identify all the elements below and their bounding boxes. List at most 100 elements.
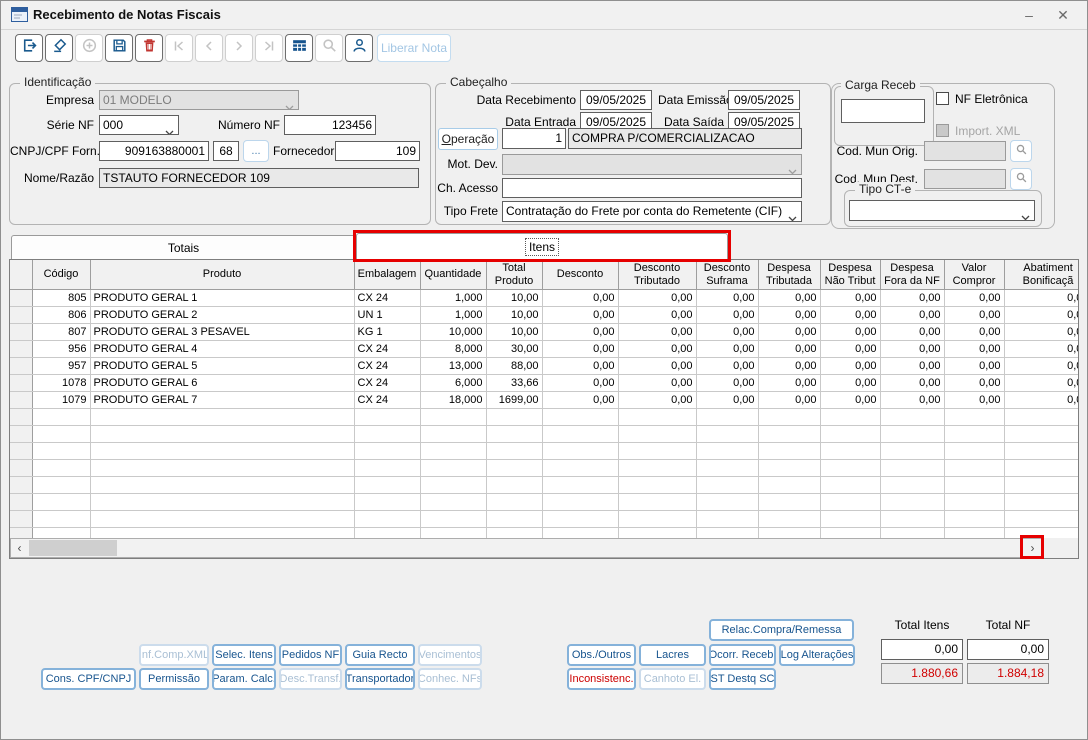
grid-cell[interactable] xyxy=(90,409,354,426)
grid-cell[interactable] xyxy=(820,511,880,528)
grid-row[interactable]: 1078PRODUTO GERAL 6CX 246,00033,660,000,… xyxy=(10,375,1078,392)
grid-row[interactable]: 805PRODUTO GERAL 1CX 241,00010,000,000,0… xyxy=(10,290,1078,307)
grid-column-header[interactable]: Total Produto xyxy=(486,260,542,290)
grid-cell[interactable] xyxy=(696,409,758,426)
tab-totais[interactable]: Totais xyxy=(11,235,356,260)
grid-cell[interactable]: PRODUTO GERAL 5 xyxy=(90,358,354,375)
grid-row-selector[interactable] xyxy=(10,426,32,443)
grid-cell[interactable]: 0,00 xyxy=(944,324,1004,341)
grid-row[interactable]: 956PRODUTO GERAL 4CX 248,00030,000,000,0… xyxy=(10,341,1078,358)
grid-cell[interactable] xyxy=(354,511,420,528)
grid-cell[interactable]: UN 1 xyxy=(354,307,420,324)
canhoto-el-button[interactable]: Canhoto El. xyxy=(639,668,706,690)
grid-cell[interactable] xyxy=(820,409,880,426)
grid-cell[interactable]: 1078 xyxy=(32,375,90,392)
grid-cell[interactable]: 88,00 xyxy=(486,358,542,375)
grid-cell[interactable]: 0,00 xyxy=(542,358,618,375)
grid-cell[interactable]: CX 24 xyxy=(354,341,420,358)
log-alteracoes-button[interactable]: Log Alterações xyxy=(779,644,855,666)
grid-cell[interactable] xyxy=(354,477,420,494)
grid-cell[interactable] xyxy=(542,443,618,460)
fornecedor-browse-button[interactable]: ... xyxy=(243,140,269,162)
clear-button[interactable] xyxy=(45,34,73,62)
grid-cell[interactable] xyxy=(758,511,820,528)
grid-cell[interactable]: 805 xyxy=(32,290,90,307)
next-record-button[interactable] xyxy=(225,34,253,62)
grid-cell[interactable] xyxy=(880,511,944,528)
minimize-button[interactable]: – xyxy=(1015,3,1043,27)
grid-column-header[interactable]: Código xyxy=(32,260,90,290)
grid-cell[interactable]: 0,00 xyxy=(618,341,696,358)
grid-cell[interactable]: 0,00 xyxy=(618,324,696,341)
grid-cell[interactable] xyxy=(542,477,618,494)
grid-cell[interactable] xyxy=(880,409,944,426)
grid-cell[interactable] xyxy=(90,460,354,477)
grid-cell[interactable] xyxy=(944,443,1004,460)
grid-cell[interactable] xyxy=(486,460,542,477)
grid-cell[interactable] xyxy=(486,443,542,460)
grid-cell[interactable] xyxy=(354,460,420,477)
grid-cell[interactable]: CX 24 xyxy=(354,290,420,307)
grid-row-selector[interactable] xyxy=(10,443,32,460)
grid-cell[interactable] xyxy=(944,528,1004,539)
grid-cell[interactable] xyxy=(880,443,944,460)
ch-acesso-input[interactable] xyxy=(502,178,802,198)
grid-cell[interactable]: 1,000 xyxy=(420,307,486,324)
grid-cell[interactable] xyxy=(944,494,1004,511)
grid-cell[interactable] xyxy=(696,426,758,443)
last-record-button[interactable] xyxy=(255,34,283,62)
tipo-cte-select[interactable] xyxy=(849,200,1035,221)
grid-cell[interactable]: 0,00 xyxy=(944,375,1004,392)
relac-compra-remessa-button[interactable]: Relac.Compra/Remessa xyxy=(709,619,854,641)
grid-row-selector[interactable] xyxy=(10,511,32,528)
tab-itens[interactable]: Itens xyxy=(356,233,728,260)
grid-column-header[interactable]: Despesa Tributada xyxy=(758,260,820,290)
grid-cell[interactable]: CX 24 xyxy=(354,392,420,409)
grid-cell[interactable]: 0,00 xyxy=(820,341,880,358)
grid-cell[interactable]: 0,00 xyxy=(944,341,1004,358)
grid-cell[interactable] xyxy=(542,460,618,477)
grid-cell[interactable]: 0,00 xyxy=(542,324,618,341)
grid-cell[interactable] xyxy=(354,528,420,539)
grid-cell[interactable] xyxy=(354,426,420,443)
grid-cell[interactable]: 30,00 xyxy=(486,341,542,358)
grid-empty-row[interactable] xyxy=(10,409,1078,426)
operacao-button[interactable]: Operação xyxy=(438,128,498,150)
grid-cell[interactable]: PRODUTO GERAL 2 xyxy=(90,307,354,324)
permissao-button[interactable]: Permissão xyxy=(139,668,209,690)
ocorr-receb-button[interactable]: Ocorr. Receb. xyxy=(709,644,776,666)
inf-comp-xml-button[interactable]: Inf.Comp.XML xyxy=(139,644,209,666)
import-xml-checkbox[interactable] xyxy=(936,124,949,137)
grid-cell[interactable] xyxy=(758,409,820,426)
grid-cell[interactable] xyxy=(880,477,944,494)
cod-mun-dest-search-button[interactable] xyxy=(1010,168,1032,190)
grid-cell[interactable] xyxy=(618,443,696,460)
grid-cell[interactable] xyxy=(1004,528,1078,539)
grid-cell[interactable] xyxy=(1004,511,1078,528)
data-recebimento-input[interactable]: 09/05/2025 xyxy=(580,90,652,110)
grid-cell[interactable]: PRODUTO GERAL 4 xyxy=(90,341,354,358)
grid-cell[interactable] xyxy=(542,409,618,426)
grid-cell[interactable] xyxy=(542,426,618,443)
grid-cell[interactable]: 0,00 xyxy=(1004,358,1078,375)
grid-cell[interactable] xyxy=(618,409,696,426)
grid-cell[interactable]: PRODUTO GERAL 1 xyxy=(90,290,354,307)
grid-cell[interactable] xyxy=(758,477,820,494)
grid-cell[interactable] xyxy=(944,511,1004,528)
desc-transf-button[interactable]: Desc.Transf. xyxy=(279,668,342,690)
grid-cell[interactable]: 0,00 xyxy=(820,290,880,307)
grid-cell[interactable] xyxy=(32,426,90,443)
grid-cell[interactable] xyxy=(880,460,944,477)
grid-cell[interactable]: 0,00 xyxy=(758,358,820,375)
search-button[interactable] xyxy=(315,34,343,62)
grid-cell[interactable] xyxy=(420,443,486,460)
pedidos-nf-button[interactable]: Pedidos NF xyxy=(279,644,342,666)
carga-receb-input[interactable] xyxy=(841,99,925,123)
grid-cell[interactable]: 0,00 xyxy=(1004,307,1078,324)
grid-cell[interactable]: 0,00 xyxy=(758,307,820,324)
grid-cell[interactable]: 10,00 xyxy=(486,324,542,341)
grid-cell[interactable] xyxy=(420,426,486,443)
grid-cell[interactable] xyxy=(820,494,880,511)
grid-cell[interactable]: 0,00 xyxy=(542,392,618,409)
grid-row-selector[interactable] xyxy=(10,290,32,307)
